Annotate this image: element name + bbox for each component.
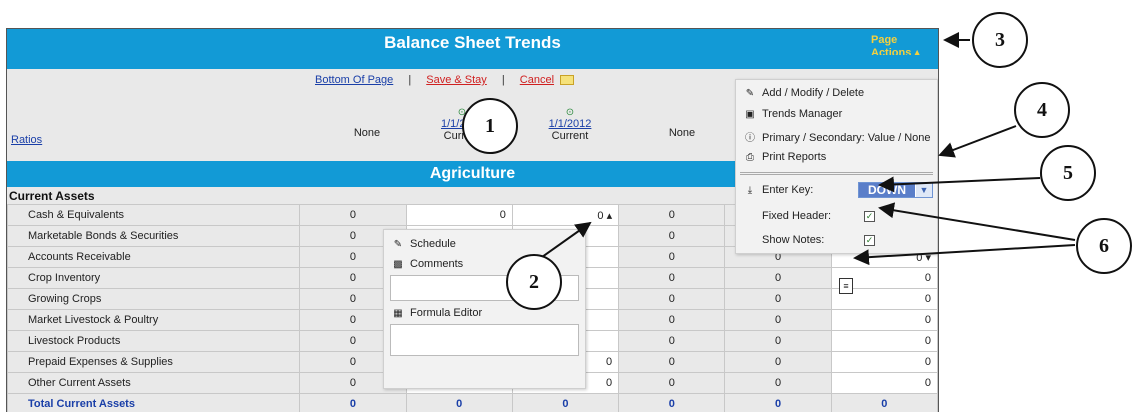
arrow-4 [938,125,1017,158]
callout-6: 6 [1076,218,1132,274]
arrow-5 [878,176,1041,193]
callout-4: 4 [1014,82,1070,138]
annotation-arrows [534,32,1076,266]
arrow-6b [853,244,1076,266]
callout-2: 2 [506,254,562,310]
callout-3: 3 [972,12,1028,68]
callout-5: 5 [1040,145,1096,201]
arrow-6a [878,202,1076,241]
callout-1: 1 [462,98,518,154]
